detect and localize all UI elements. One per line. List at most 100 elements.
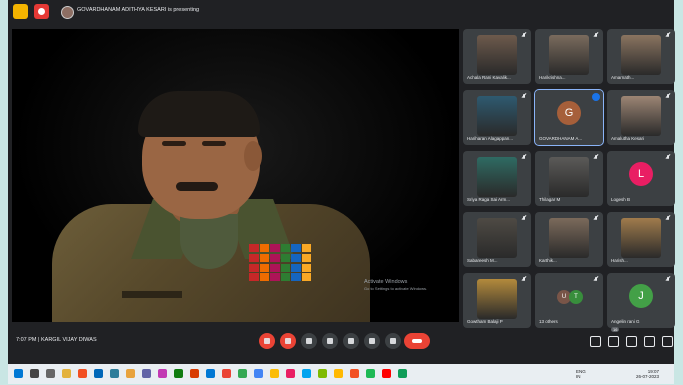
record-icon[interactable] [34,4,49,19]
meeting-name: KARGIL VIJAY DIWAS [40,337,97,343]
participant-tile[interactable]: Harikrishna... [535,29,603,84]
taskbar-app-icon[interactable] [94,369,103,378]
participant-tile[interactable]: Gowtham Balaji P [463,273,531,328]
taskbar-app-icon[interactable] [366,369,375,378]
participant-tile[interactable]: Achala Rani Kavalik... [463,29,531,84]
host-controls-icon[interactable] [662,336,673,347]
watermark-title: Activate Windows [364,279,408,285]
medal-ribbon [259,253,269,262]
participant-video [621,96,661,136]
medal-ribbon [291,253,301,262]
taskbar-app-icon[interactable] [110,369,119,378]
medal-ribbon [280,273,290,282]
participant-tile[interactable]: U T 13 others [535,273,603,328]
hair-shape [138,91,260,137]
taskbar-app-icon[interactable] [222,369,231,378]
taskbar-app-icon[interactable] [30,369,39,378]
medal-ribbon [291,263,301,272]
taskbar-app-icon[interactable] [190,369,199,378]
medal-ribbon [259,273,269,282]
leave-call-button[interactable] [404,333,430,349]
others-avatar: T [569,290,583,304]
taskbar-clock[interactable]: 19:07 26-07-2023 [636,369,659,379]
participant-tile[interactable]: Amalutha Kesari [607,90,675,145]
participant-video [477,279,517,319]
participant-avatar: J [629,284,653,308]
chat-icon[interactable] [626,336,637,347]
taskbar-app-icon[interactable] [62,369,71,378]
medal-ribbon [301,244,311,252]
participant-video [477,96,517,136]
taskbar-app-icon[interactable] [270,369,279,378]
taskbar-app-icon[interactable] [14,369,23,378]
eyebrow-right [202,141,226,146]
emoji-button[interactable] [322,333,338,349]
taskbar-app-icon[interactable] [158,369,167,378]
taskbar-app-icon[interactable] [334,369,343,378]
taskbar-app-icon[interactable] [142,369,151,378]
mic-muted-icon [665,277,671,283]
taskbar-app-icon[interactable] [206,369,215,378]
taskbar-app-icon[interactable] [382,369,391,378]
taskbar-app-icon[interactable] [302,369,311,378]
medal-ribbon [280,244,290,252]
medal-ribbon [280,253,290,262]
raise-hand-button[interactable] [364,333,380,349]
camera-off-button[interactable] [280,333,296,349]
participant-avatar: L [629,162,653,186]
participant-tile[interactable]: Harish... [607,212,675,267]
medal-ribbon [270,253,280,262]
medal-ribbon [249,273,259,282]
info-icon[interactable] [590,336,601,347]
captions-button[interactable] [301,333,317,349]
mic-off-button[interactable] [259,333,275,349]
meeting-separator: | [38,337,40,343]
participant-name: Harish... [611,258,628,263]
participant-name: Harikrishna... [539,75,566,80]
participant-tile[interactable]: Sriya Raga Sai Arm... [463,151,531,206]
participant-tile[interactable]: J Angelin rani G [607,273,675,328]
eyebrow-left [162,141,186,146]
participant-tile[interactable]: Sabareesh M... [463,212,531,267]
taskbar-app-icon[interactable] [286,369,295,378]
taskbar-app-icon[interactable] [174,369,183,378]
participant-tile[interactable]: Thilagar M [535,151,603,206]
taskbar-app-icon[interactable] [78,369,87,378]
taskbar-language[interactable]: ENG IN [576,369,586,379]
participant-tile[interactable]: Amarnath... [607,29,675,84]
taskbar-app-icon[interactable] [126,369,135,378]
medal-ribbon [301,253,311,262]
participant-tile[interactable]: Hariharan Alagappan... [463,90,531,145]
people-icon[interactable] [608,336,619,347]
region-code: IN [576,374,581,379]
taskbar-app-icon[interactable] [350,369,359,378]
more-options-button[interactable] [385,333,401,349]
participant-avatar: G [557,101,581,125]
activate-windows-watermark: Activate Windows Go to Settings to activ… [364,279,427,291]
medal-ribbon [249,263,259,272]
taskbar-app-icon[interactable] [46,369,55,378]
presentation-stage[interactable]: Activate Windows Go to Settings to activ… [12,29,459,322]
taskbar-app-icon[interactable] [398,369,407,378]
participant-name: Karthik... [539,258,557,263]
taskbar-app-icon[interactable] [238,369,247,378]
taskbar-app-icon[interactable] [318,369,327,378]
present-button[interactable] [343,333,359,349]
presenter-avatar [61,6,74,19]
participant-tile[interactable]: L Logesh B [607,151,675,206]
activities-icon[interactable] [644,336,655,347]
participant-video [477,157,517,197]
medal-ribbon [291,273,301,282]
participant-name: Gowtham Balaji P [467,319,503,324]
taskbar-app-icon[interactable] [254,369,263,378]
medal-ribbon [280,263,290,272]
participant-name: 13 others [539,319,558,324]
folder-icon[interactable] [13,4,28,19]
participant-tile[interactable]: Karthik... [535,212,603,267]
participant-name: Angelin rani G [611,319,640,324]
mic-active-icon [592,93,600,101]
presenting-label: GOVARDHANAM ADITHYA KESARI is presenting [77,7,200,13]
medal-ribbon [270,244,280,252]
medal-ribbon [249,244,259,252]
participant-tile[interactable]: G GOVARDHANAM A... [534,89,604,146]
